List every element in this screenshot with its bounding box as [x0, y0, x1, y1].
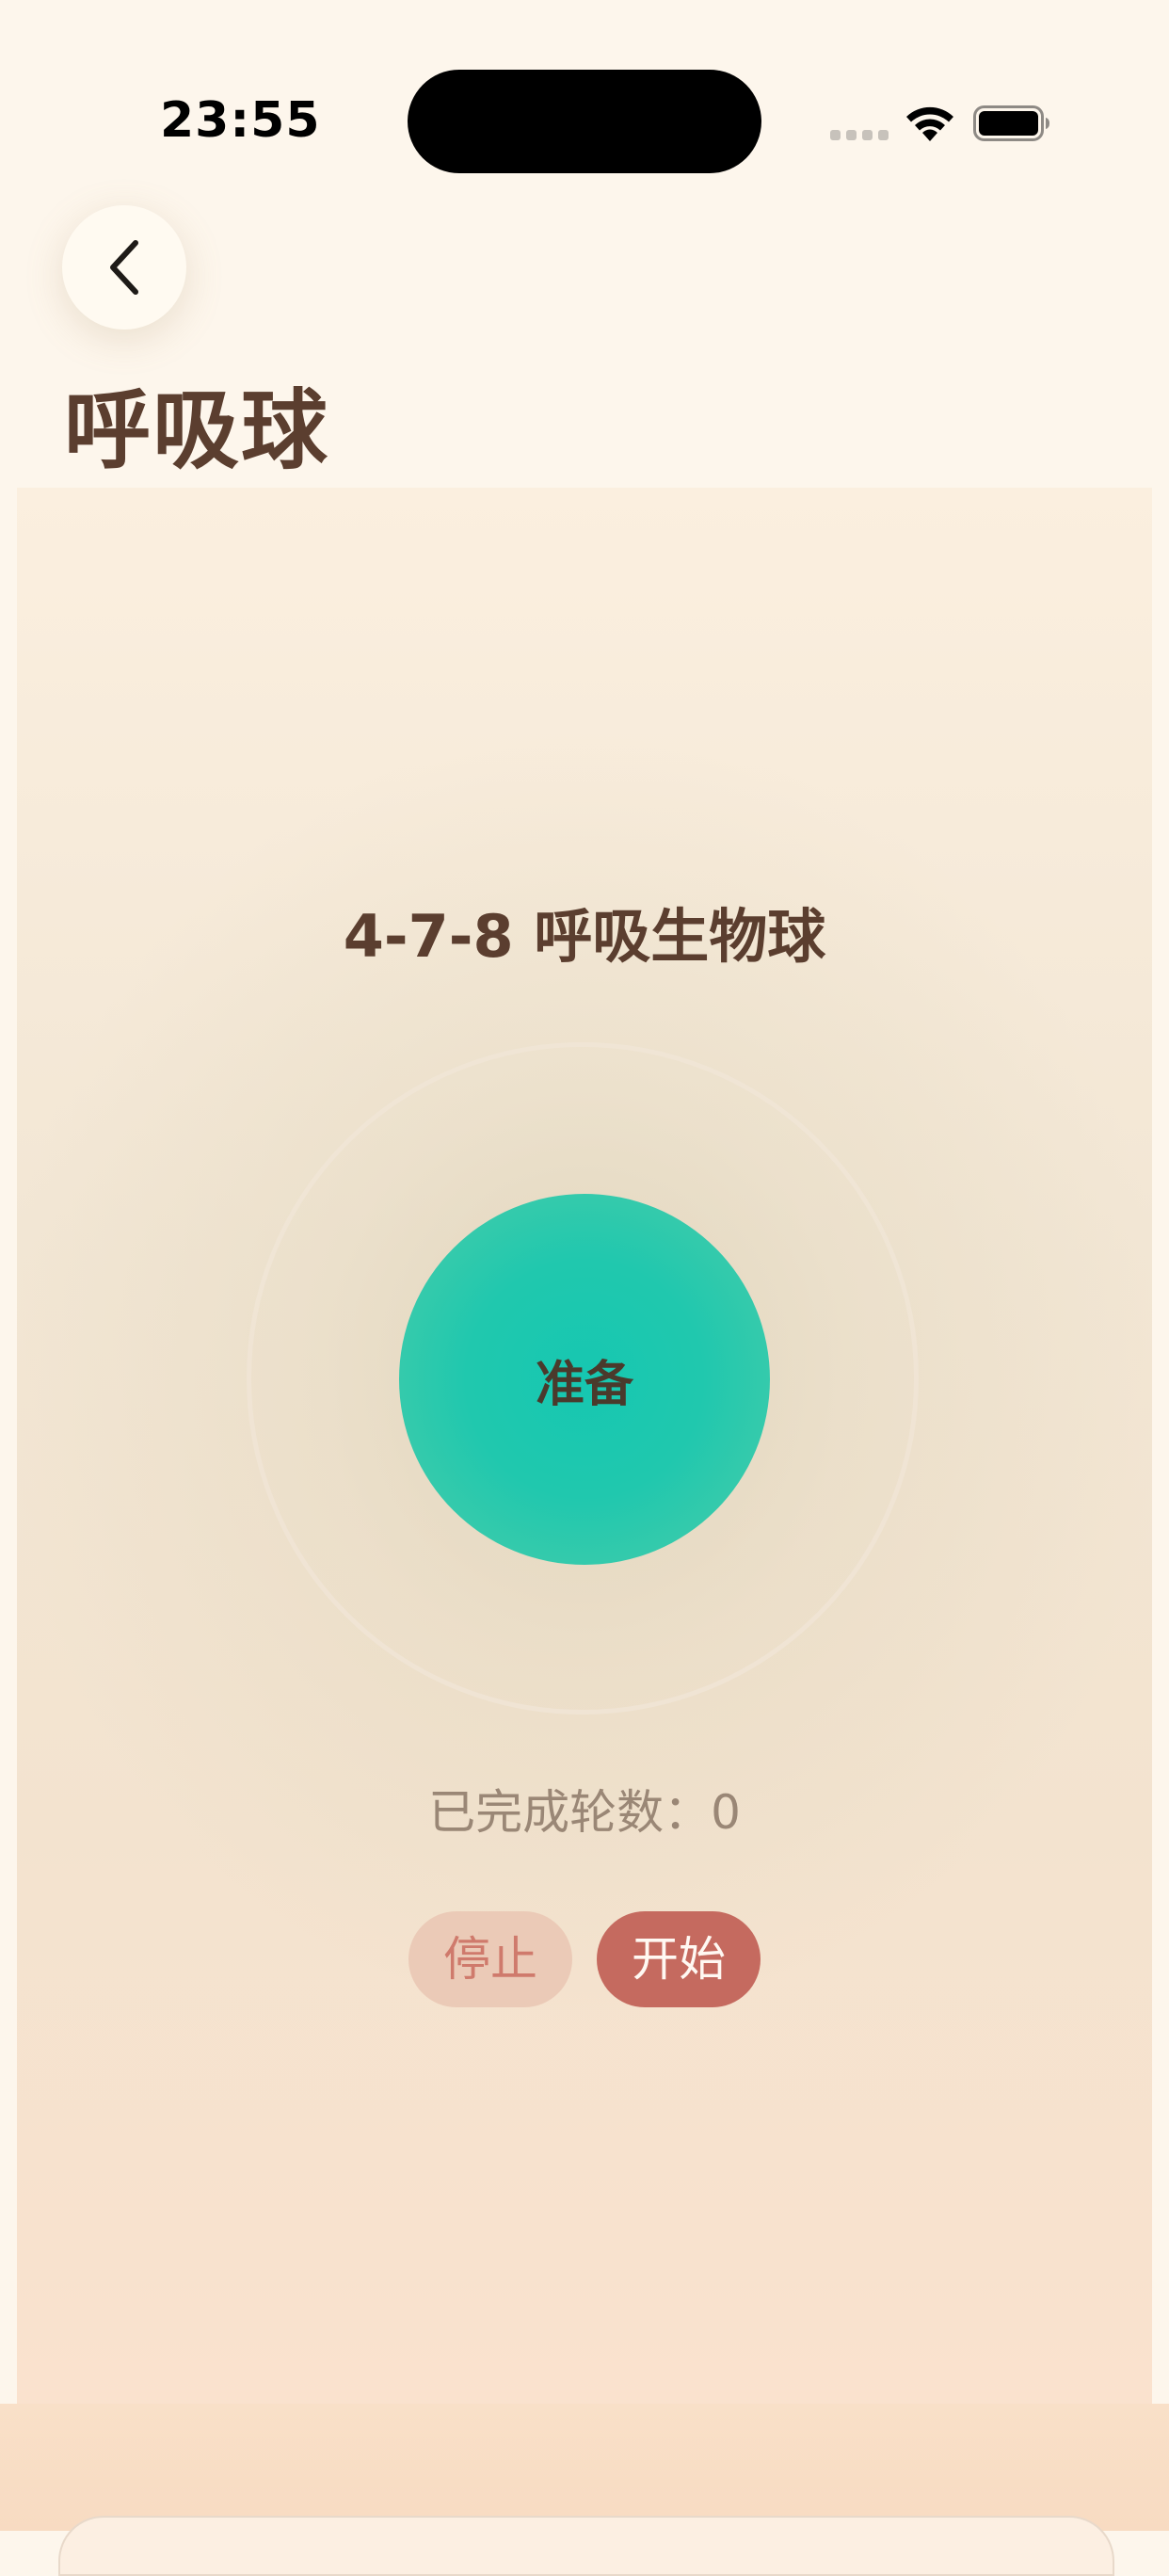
dynamic-island — [408, 70, 761, 173]
bottom-sheet-edge — [58, 2516, 1114, 2576]
breath-phase-label: 准备 — [535, 1356, 633, 1413]
wifi-icon — [906, 106, 953, 141]
status-time: 23:55 — [160, 92, 321, 149]
stop-button[interactable]: 停止 — [408, 1911, 572, 2007]
page-title: 呼吸球 — [64, 380, 330, 481]
rounds-value: 0 — [711, 1785, 741, 1840]
breathing-ball: 准备 — [399, 1194, 770, 1565]
back-button[interactable] — [62, 205, 186, 330]
cellular-signal-icon — [830, 130, 889, 141]
rounds-completed: 已完成轮数：0 — [0, 1779, 1169, 1845]
chevron-left-icon — [110, 240, 138, 295]
battery-icon — [973, 105, 1049, 141]
bottom-area — [0, 2404, 1169, 2531]
rounds-label: 已完成轮数： — [428, 1785, 712, 1840]
status-bar: 23:55 — [0, 0, 1169, 188]
start-button[interactable]: 开始 — [597, 1911, 761, 2007]
exercise-title: 4-7-8 呼吸生物球 — [343, 902, 826, 971]
